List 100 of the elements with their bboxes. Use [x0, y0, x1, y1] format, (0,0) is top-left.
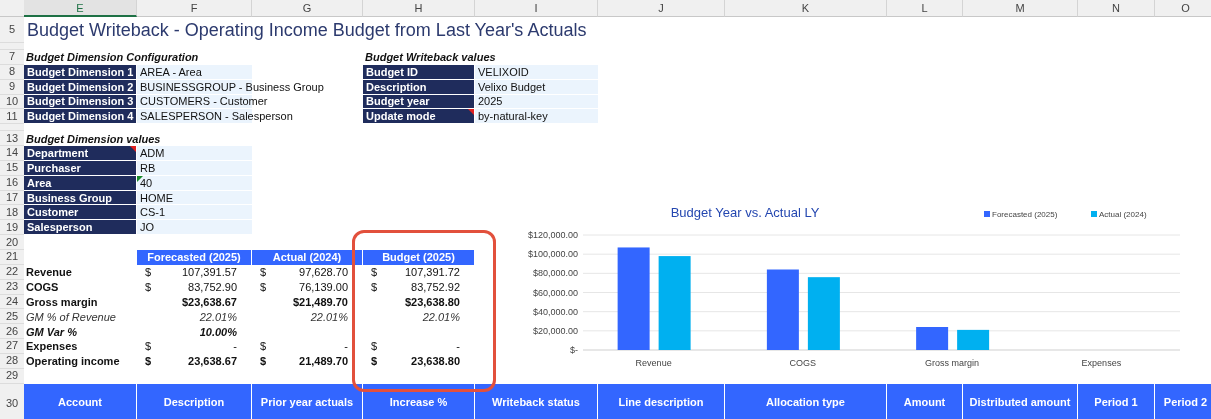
column-header[interactable]: E	[24, 0, 137, 17]
axis-category-label: COGS	[789, 358, 817, 368]
amount: 23,638.67	[188, 355, 237, 368]
column-header[interactable]: M	[963, 0, 1078, 17]
amount: -	[233, 340, 237, 353]
label-cell: Budget Dimension 4	[24, 109, 137, 125]
row-number: 17	[5, 192, 19, 203]
row-header[interactable]: 30	[0, 383, 24, 419]
axis-tick-label: $60,000.00	[532, 287, 578, 298]
currency-symbol: $	[260, 340, 267, 353]
currency-symbol: $	[371, 281, 378, 294]
row-number: 10	[5, 95, 19, 107]
label-cell: Salesperson	[24, 220, 137, 236]
axis-category-label: Revenue	[635, 358, 672, 368]
row-label: Expenses	[25, 340, 79, 353]
amount: 22.01%	[310, 310, 348, 323]
row-number: 20	[5, 236, 19, 248]
row-label: COGS	[25, 281, 60, 294]
currency-symbol: $	[145, 355, 152, 368]
currency-symbol: $	[371, 266, 378, 279]
row-header[interactable]: 26	[0, 324, 24, 340]
axis-tick-label: $100,000.00	[527, 249, 578, 260]
amount: 97,628.70	[299, 266, 348, 279]
value-cell[interactable]: ADM	[137, 146, 252, 161]
amount: 83,752.90	[188, 281, 237, 294]
column-header[interactable]: I	[475, 0, 598, 17]
sheet-title: Budget Writeback - Operating Income Budget from Last Year's Actuals	[26, 19, 588, 41]
row-label: GM Var %	[25, 325, 78, 338]
axis-tick-label: $20,000.00	[532, 325, 578, 336]
column-header[interactable]: F	[137, 0, 252, 17]
amount: 22.01%	[422, 310, 460, 323]
row-number: 16	[5, 177, 19, 189]
column-header[interactable]: J	[598, 0, 725, 17]
column-header[interactable]: N	[1078, 0, 1155, 17]
axis-tick-label: $120,000.00	[527, 230, 578, 240]
row-header[interactable]: 19	[0, 220, 24, 236]
value-cell[interactable]: 2025	[475, 94, 598, 110]
row-number: 11	[6, 110, 18, 122]
bar	[916, 327, 949, 350]
value-cell[interactable]: Velixo Budget	[475, 79, 598, 95]
currency-symbol: $	[260, 355, 267, 368]
row-header[interactable]: 27	[0, 339, 24, 354]
value-cell[interactable]: RB	[137, 160, 252, 176]
amount: 23,638.80	[411, 355, 460, 368]
row-number: 13	[5, 132, 19, 144]
axis-tick-label: $40,000.00	[532, 306, 578, 317]
row-header[interactable]: 7	[0, 50, 24, 65]
amount: $23,638.67	[181, 295, 237, 308]
label-cell: Update mode	[363, 109, 475, 125]
row-number: 28	[5, 355, 19, 367]
row-number: 7	[8, 51, 16, 63]
row-number: 19	[5, 221, 19, 233]
row-header[interactable]: 18	[0, 205, 24, 221]
column-heading: Actual (2024)	[252, 249, 363, 265]
row-header[interactable]: 5	[0, 17, 24, 43]
row-number: 9	[8, 81, 16, 93]
column-heading: Amount	[887, 383, 963, 419]
row-number: 23	[5, 281, 19, 293]
column-header[interactable]: H	[363, 0, 475, 17]
currency-symbol: $	[145, 266, 152, 279]
value-cell[interactable]: by-natural-key	[475, 109, 598, 125]
select-all-corner[interactable]	[0, 0, 24, 17]
amount: 76,139.00	[299, 281, 348, 294]
row-header[interactable]	[0, 43, 24, 50]
row-header[interactable]	[0, 124, 24, 132]
row-header[interactable]: 25	[0, 309, 24, 325]
currency-symbol: $	[145, 281, 152, 294]
currency-symbol: $	[145, 340, 152, 353]
row-header[interactable]: 20	[0, 235, 24, 250]
amount: 83,752.92	[411, 281, 460, 294]
row-header[interactable]: 11	[0, 109, 24, 125]
value-cell[interactable]: CS-1	[137, 205, 252, 221]
label-cell: Budget Dimension 1	[24, 64, 137, 80]
amount: 22.01%	[199, 310, 237, 323]
column-header[interactable]: K	[725, 0, 887, 17]
row-label: Gross margin	[25, 295, 99, 308]
row-number: 5	[8, 24, 16, 35]
column-heading: Prior year actuals	[252, 383, 363, 419]
row-header[interactable]: 14	[0, 146, 24, 161]
row-number: 8	[8, 66, 16, 78]
value-cell[interactable]: VELIXOID	[475, 64, 598, 80]
value-cell[interactable]: JO	[137, 220, 252, 236]
row-header[interactable]: 13	[0, 131, 24, 147]
column-heading: Forecasted (2025)	[137, 249, 252, 265]
row-number: 15	[5, 162, 19, 174]
value-cell[interactable]: HOME	[137, 190, 252, 206]
column-header[interactable]: L	[887, 0, 963, 17]
axis-tick-label: $80,000.00	[532, 268, 578, 279]
column-header[interactable]: G	[252, 0, 363, 17]
row-number: 22	[5, 266, 19, 278]
column-heading: Allocation type	[725, 383, 887, 419]
column-header[interactable]: O	[1155, 0, 1211, 17]
column-heading: Description	[137, 383, 252, 419]
column-heading: Period 2	[1155, 383, 1211, 419]
amount: $21,489.70	[292, 295, 348, 308]
value-cell[interactable]: 40	[137, 175, 252, 191]
currency-symbol: $	[371, 355, 378, 368]
row-number: 21	[5, 251, 19, 263]
row-number: 26	[5, 325, 19, 337]
label-cell: Department	[24, 146, 137, 161]
